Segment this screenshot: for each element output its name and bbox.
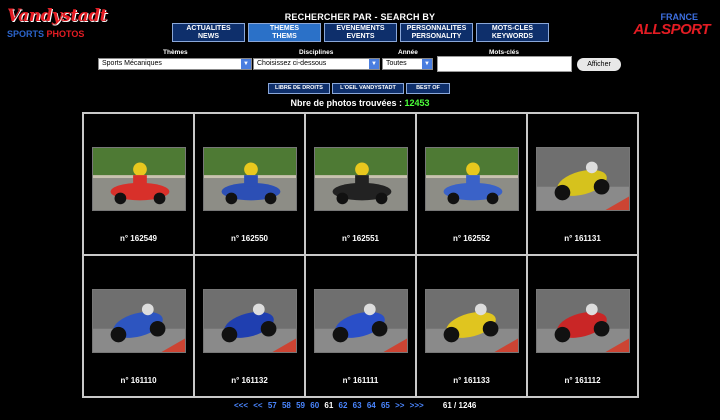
keywords-label: Mots-clés — [489, 49, 519, 56]
annee-chevron-icon: ▼ — [422, 59, 432, 69]
page-link[interactable]: 57 — [268, 401, 277, 410]
search-nav: ACTUALITES NEWS THEMES THEMS EVENEMENTS EVE… — [172, 23, 549, 42]
annee-select[interactable]: Toutes ▼ — [382, 58, 433, 70]
results-label: Nbre de photos trouvées : — [290, 98, 405, 108]
page-link[interactable]: 63 — [353, 401, 362, 410]
photo-cell: n° 162550 — [194, 113, 305, 255]
photo-caption: n° 162550 — [230, 234, 268, 243]
photo-caption: n° 161132 — [231, 376, 268, 385]
photo-caption: n° 162549 — [119, 234, 157, 243]
themes-select[interactable]: Sports Mécaniques ▼ — [98, 58, 252, 70]
logo-script-text: Vandystadt — [7, 6, 107, 26]
page-link[interactable]: 62 — [339, 401, 348, 410]
photo-caption: n° 161112 — [564, 376, 601, 385]
photo-thumbnail[interactable] — [536, 147, 630, 211]
photo-cell: n° 161133 — [416, 255, 527, 397]
photo-cell: n° 161131 — [527, 113, 638, 255]
photo-caption: n° 161131 — [564, 234, 601, 243]
page-link[interactable]: 65 — [381, 401, 390, 410]
themes-select-value: Sports Mécaniques — [102, 60, 162, 67]
afficher-button[interactable]: Afficher — [577, 58, 621, 71]
disciplines-select[interactable]: Choisissez ci-dessous ▼ — [253, 58, 380, 70]
keywords-input[interactable] — [437, 56, 572, 72]
disciplines-select-value: Choisissez ci-dessous — [257, 60, 327, 67]
results-number: 12453 — [404, 98, 430, 108]
page-link[interactable]: 58 — [282, 401, 291, 410]
nav-events-button[interactable]: EVENEMENTS EVENTS — [324, 23, 397, 42]
photo-cell: n° 161110 — [83, 255, 194, 397]
photo-caption: n° 161110 — [120, 376, 157, 385]
photo-thumbnail[interactable] — [92, 147, 186, 211]
annee-select-value: Toutes — [386, 60, 407, 67]
photo-thumbnail[interactable] — [425, 147, 519, 211]
photo-cell: n° 162552 — [416, 113, 527, 255]
page-link[interactable]: 59 — [296, 401, 305, 410]
nav-keywords-button[interactable]: MOTS-CLES KEYWORDS — [476, 23, 549, 42]
logo-sub-photos: PHOTOS — [46, 29, 85, 39]
photo-cell: n° 161112 — [527, 255, 638, 397]
disciplines-label: Disciplines — [299, 49, 334, 56]
photo-cell: n° 161111 — [305, 255, 416, 397]
search-by-title: RECHERCHER PAR - SEARCH BY — [284, 12, 436, 22]
allsport-logo[interactable]: FRANCE ALLSPORT — [630, 12, 710, 38]
photo-thumbnail[interactable] — [92, 289, 186, 353]
results-count: Nbre de photos trouvées : 12453 — [0, 98, 720, 108]
nav-themes-button[interactable]: THEMES THEMS — [248, 23, 321, 42]
libre-de-droits-button[interactable]: LIBRE DE DROITS — [268, 83, 330, 94]
logo-allsport-text: ALLSPORT — [633, 21, 710, 38]
pagination: <<< << 57 58 59 60 61 62 63 64 65 >> >>>… — [234, 401, 476, 410]
photo-thumbnail[interactable] — [536, 289, 630, 353]
last-page-link[interactable]: >>> — [410, 401, 424, 410]
current-page: 61 — [324, 401, 334, 410]
photo-thumbnail[interactable] — [314, 147, 408, 211]
page-link[interactable]: 64 — [367, 401, 376, 410]
next-page-link[interactable]: >> — [395, 401, 404, 410]
photo-grid: n° 162549 n° 162550 n° 162551 n° 162552 n° 1… — [82, 112, 639, 398]
collections-nav: LIBRE DE DROITS L'OEIL VANDYSTADT BEST O… — [268, 83, 450, 94]
themes-label: Thèmes — [163, 49, 188, 56]
prev-page-link[interactable]: << — [253, 401, 262, 410]
photo-thumbnail[interactable] — [203, 289, 297, 353]
vandystadt-logo[interactable]: Vandystadt SPORTS PHOTOS — [7, 6, 107, 44]
oeil-vandystadt-button[interactable]: L'OEIL VANDYSTADT — [332, 83, 404, 94]
photo-cell: n° 162551 — [305, 113, 416, 255]
best-of-button[interactable]: BEST OF — [406, 83, 450, 94]
disciplines-chevron-icon: ▼ — [369, 59, 379, 69]
photo-caption: n° 162552 — [452, 234, 490, 243]
photo-caption: n° 161133 — [453, 376, 490, 385]
annee-label: Année — [398, 49, 418, 56]
logo-sub-sports: SPORTS — [7, 29, 45, 39]
photo-thumbnail[interactable] — [425, 289, 519, 353]
photo-cell: n° 161132 — [194, 255, 305, 397]
first-page-link[interactable]: <<< — [234, 401, 248, 410]
photo-thumbnail[interactable] — [203, 147, 297, 211]
page-total: 61 / 1246 — [442, 401, 477, 410]
photo-cell: n° 162549 — [83, 113, 194, 255]
page-link[interactable]: 60 — [310, 401, 319, 410]
photo-caption: n° 162551 — [341, 234, 379, 243]
photo-thumbnail[interactable] — [314, 289, 408, 353]
nav-personality-button[interactable]: PERSONNALITES PERSONALITY — [400, 23, 473, 42]
nav-news-button[interactable]: ACTUALITES NEWS — [172, 23, 245, 42]
themes-chevron-icon: ▼ — [241, 59, 251, 69]
photo-caption: n° 161111 — [342, 376, 379, 385]
